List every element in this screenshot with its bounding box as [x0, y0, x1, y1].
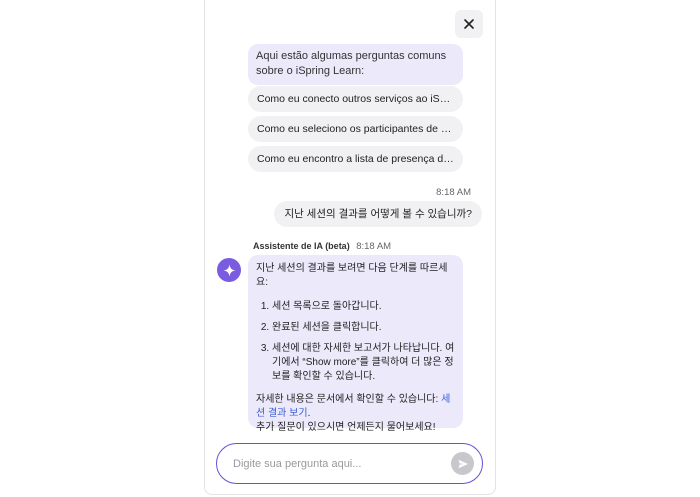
user-message-time: 8:18 AM	[436, 187, 471, 198]
assistant-avatar	[217, 258, 241, 282]
user-message: 지난 세션의 결과를 어떻게 볼 수 있습니까?	[274, 201, 482, 227]
assistant-meta: Assistente de IA (beta) 8:18 AM	[253, 241, 391, 252]
question-input-container	[216, 443, 483, 484]
answer-period: .	[307, 408, 311, 419]
assistant-intro-message: Aqui estão algumas perguntas comuns sobr…	[248, 44, 463, 85]
assistant-message-time: 8:18 AM	[356, 241, 392, 252]
close-icon	[464, 19, 474, 29]
close-button[interactable]	[455, 10, 483, 38]
answer-more: 자세한 내용은 문서에서 확인할 수 있습니다: 세션 결과 보기.	[256, 393, 455, 421]
answer-step: 세션 목록으로 돌아갑니다.	[272, 300, 455, 314]
suggestion-chip[interactable]: Como eu encontro a lista de presença do …	[248, 146, 463, 172]
assistant-name: Assistente de IA (beta)	[253, 241, 350, 251]
send-button[interactable]	[451, 452, 474, 475]
answer-closing: 추가 질문이 있으시면 언제든지 물어보세요!	[256, 422, 436, 433]
suggestion-chip[interactable]: Como eu conecto outros serviços ao iSpri…	[248, 86, 463, 112]
question-input[interactable]	[231, 444, 435, 484]
sparkle-icon	[222, 263, 236, 277]
answer-intro: 지난 세션의 결과를 보려면 다음 단계를 따르세요:	[256, 263, 448, 288]
answer-step: 세션에 대한 자세한 보고서가 나타납니다. 여기에서 “Show more”를…	[272, 342, 455, 384]
answer-steps: 세션 목록으로 돌아갑니다. 완료된 세션을 클릭합니다. 세션에 대한 자세한…	[256, 300, 455, 384]
answer-more-text: 자세한 내용은 문서에서 확인할 수 있습니다:	[256, 394, 442, 405]
suggestion-chip[interactable]: Como eu seleciono os participantes de um…	[248, 116, 463, 142]
answer-step: 완료된 세션을 클릭합니다.	[272, 321, 455, 335]
assistant-answer: 지난 세션의 결과를 보려면 다음 단계를 따르세요: 세션 목록으로 돌아갑니…	[248, 255, 463, 433]
send-icon	[458, 459, 468, 468]
